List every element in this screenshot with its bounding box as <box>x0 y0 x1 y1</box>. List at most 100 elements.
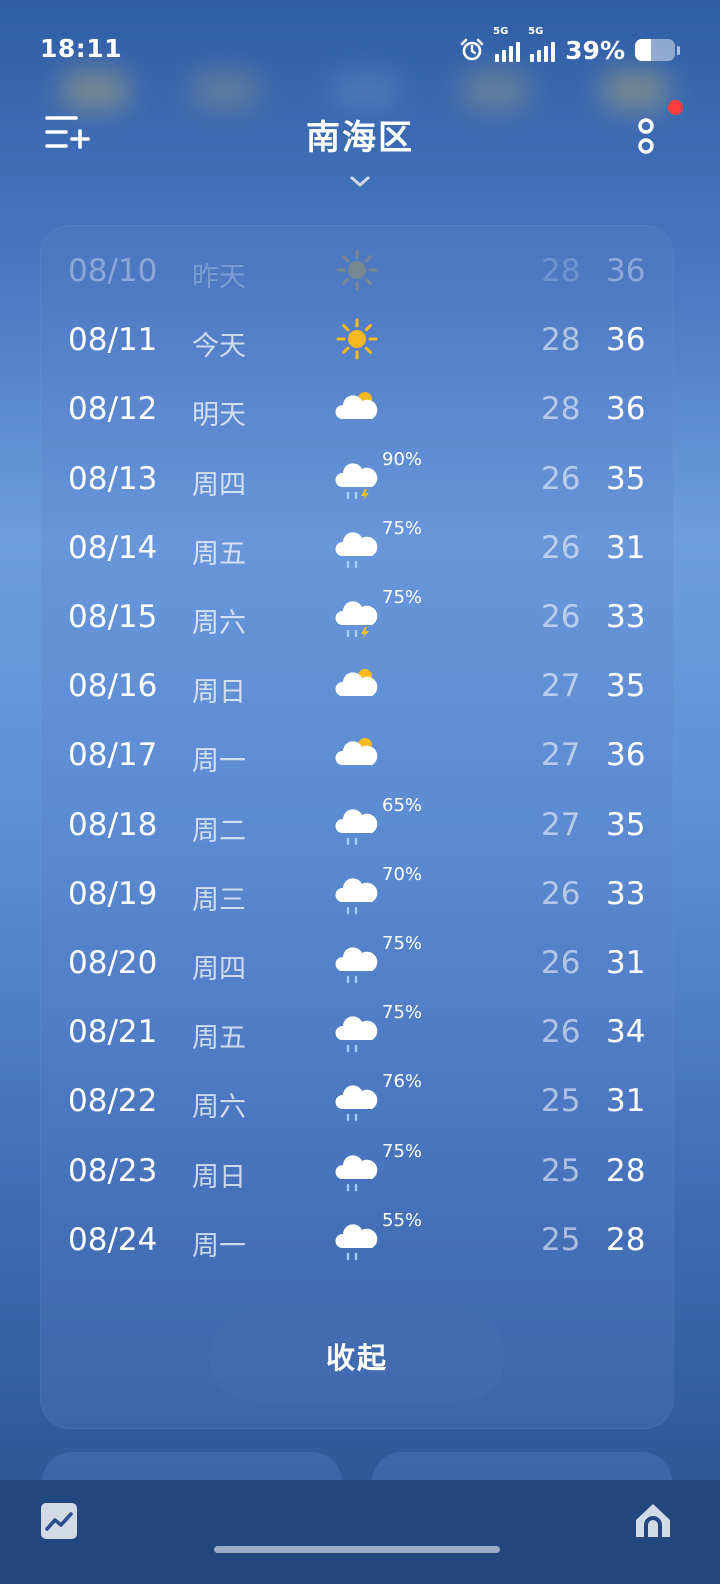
rain-icon <box>334 524 380 570</box>
forecast-day: 今天 <box>192 331 246 363</box>
forecast-day: 周四 <box>192 469 246 501</box>
forecast-row[interactable]: 08/19 周三 70% 26 33 <box>0 863 720 926</box>
high-temperature: 36 <box>606 322 646 359</box>
precipitation-probability: 55% <box>382 1209 423 1231</box>
precipitation-probability: 65% <box>382 794 423 816</box>
low-temperature: 26 <box>541 945 581 981</box>
sun-icon <box>334 316 380 362</box>
forecast-day: 周日 <box>192 677 246 709</box>
precipitation-probability: 75% <box>382 517 423 539</box>
low-temperature: 25 <box>541 1083 581 1120</box>
forecast-date: 08/21 <box>68 1014 158 1051</box>
forecast-day: 昨天 <box>192 262 246 293</box>
forecast-day: 周五 <box>192 1023 246 1055</box>
forecast-row[interactable]: 08/24 周一 55% 25 28 <box>0 1209 720 1272</box>
high-temperature: 31 <box>606 1083 646 1120</box>
precipitation-probability: 90% <box>382 448 423 470</box>
forecast-date: 08/15 <box>68 599 158 635</box>
forecast-day: 周五 <box>192 538 246 570</box>
precipitation-probability: 75% <box>382 933 423 954</box>
precipitation-probability: 75% <box>382 1002 423 1024</box>
forecast-row[interactable]: 08/11 今天 28 36 <box>0 312 720 372</box>
precipitation-probability: 70% <box>382 863 423 885</box>
low-temperature: 25 <box>541 1221 581 1258</box>
forecast-date: 08/20 <box>68 945 158 981</box>
signal-icon: 5G <box>528 26 556 62</box>
forecast-day: 周六 <box>192 1092 246 1124</box>
forecast-day: 周日 <box>192 1161 246 1193</box>
low-temperature: 28 <box>541 391 581 428</box>
status-icons: 5G 5G 39% <box>459 26 680 70</box>
chevron-down-icon[interactable] <box>344 172 376 192</box>
high-temperature: 33 <box>606 599 646 635</box>
forecast-day: 周六 <box>192 608 246 639</box>
low-temperature: 26 <box>541 460 581 497</box>
rain-icon <box>334 1008 380 1054</box>
forecast-row[interactable]: 08/13 周四 90% 26 35 <box>0 448 720 511</box>
forecast-row[interactable]: 08/23 周日 75% 25 28 <box>0 1141 720 1203</box>
high-temperature: 36 <box>606 253 646 289</box>
bottom-bar <box>0 1480 720 1584</box>
forecast-date: 08/14 <box>68 529 158 566</box>
high-temperature: 28 <box>606 1221 646 1258</box>
trend-chart-icon[interactable] <box>40 1502 78 1540</box>
forecast-date: 08/10 <box>68 253 158 289</box>
forecast-date: 08/17 <box>68 737 158 774</box>
high-temperature: 36 <box>606 737 646 774</box>
rain-icon <box>334 1077 380 1123</box>
low-temperature: 26 <box>541 1014 581 1051</box>
forecast-row[interactable]: 08/18 周二 65% 27 35 <box>0 794 720 857</box>
battery-percent: 39% <box>565 35 625 65</box>
header: 南海区 <box>0 100 720 170</box>
low-temperature: 26 <box>541 875 581 912</box>
forecast-date: 08/13 <box>68 460 158 497</box>
forecast-row[interactable]: 08/21 周五 75% 26 34 <box>0 1002 720 1064</box>
partly-cloudy-icon <box>334 731 380 777</box>
forecast-row[interactable]: 08/17 周一 27 36 <box>0 727 720 787</box>
high-temperature: 34 <box>606 1014 646 1051</box>
partly-cloudy-icon <box>334 662 380 708</box>
precipitation-probability: 75% <box>382 587 423 608</box>
forecast-day: 周一 <box>192 746 246 778</box>
high-temperature: 31 <box>606 945 646 981</box>
forecast-row[interactable]: 08/12 明天 28 36 <box>0 381 720 441</box>
precipitation-probability: 76% <box>382 1071 423 1093</box>
network-type: 5G <box>528 26 544 37</box>
high-temperature: 31 <box>606 529 646 566</box>
forecast-row[interactable]: 08/14 周五 75% 26 31 <box>0 517 720 580</box>
rain-icon <box>334 801 380 847</box>
high-temperature: 35 <box>606 460 646 497</box>
forecast-date: 08/11 <box>68 322 158 359</box>
thunderstorm-icon <box>334 455 380 501</box>
forecast-row[interactable]: 08/10 昨天 28 36 <box>0 243 720 303</box>
thunderstorm-icon <box>334 593 380 639</box>
forecast-day: 明天 <box>192 400 246 432</box>
page-title: 南海区 <box>306 118 414 158</box>
status-bar: 18:11 5G 5G 39% <box>0 0 720 90</box>
forecast-date: 08/19 <box>68 875 158 912</box>
forecast-date: 08/12 <box>68 391 158 428</box>
rain-icon <box>334 939 380 985</box>
high-temperature: 35 <box>606 806 646 843</box>
partly-cloudy-icon <box>334 385 380 431</box>
forecast-row[interactable]: 08/20 周四 75% 26 31 <box>0 933 720 995</box>
battery-icon <box>635 39 675 61</box>
forecast-date: 08/23 <box>68 1152 158 1189</box>
low-temperature: 28 <box>541 322 581 359</box>
forecast-day: 周四 <box>192 954 246 985</box>
status-time: 18:11 <box>40 34 123 63</box>
high-temperature: 35 <box>606 668 646 705</box>
home-icon[interactable] <box>633 1500 673 1540</box>
home-indicator[interactable] <box>214 1546 500 1553</box>
forecast-row[interactable]: 08/16 周日 27 35 <box>0 658 720 718</box>
collapse-button[interactable]: 收起 <box>209 1311 505 1401</box>
forecast-day: 周一 <box>192 1230 246 1262</box>
forecast-day: 周三 <box>192 884 246 916</box>
high-temperature: 28 <box>606 1152 646 1189</box>
forecast-date: 08/24 <box>68 1221 158 1258</box>
more-options-icon[interactable] <box>628 112 668 162</box>
signal-icon: 5G <box>493 26 521 62</box>
forecast-row[interactable]: 08/15 周六 75% 26 33 <box>0 587 720 649</box>
forecast-row[interactable]: 08/22 周六 76% 25 31 <box>0 1071 720 1133</box>
alarm-icon <box>460 38 484 61</box>
